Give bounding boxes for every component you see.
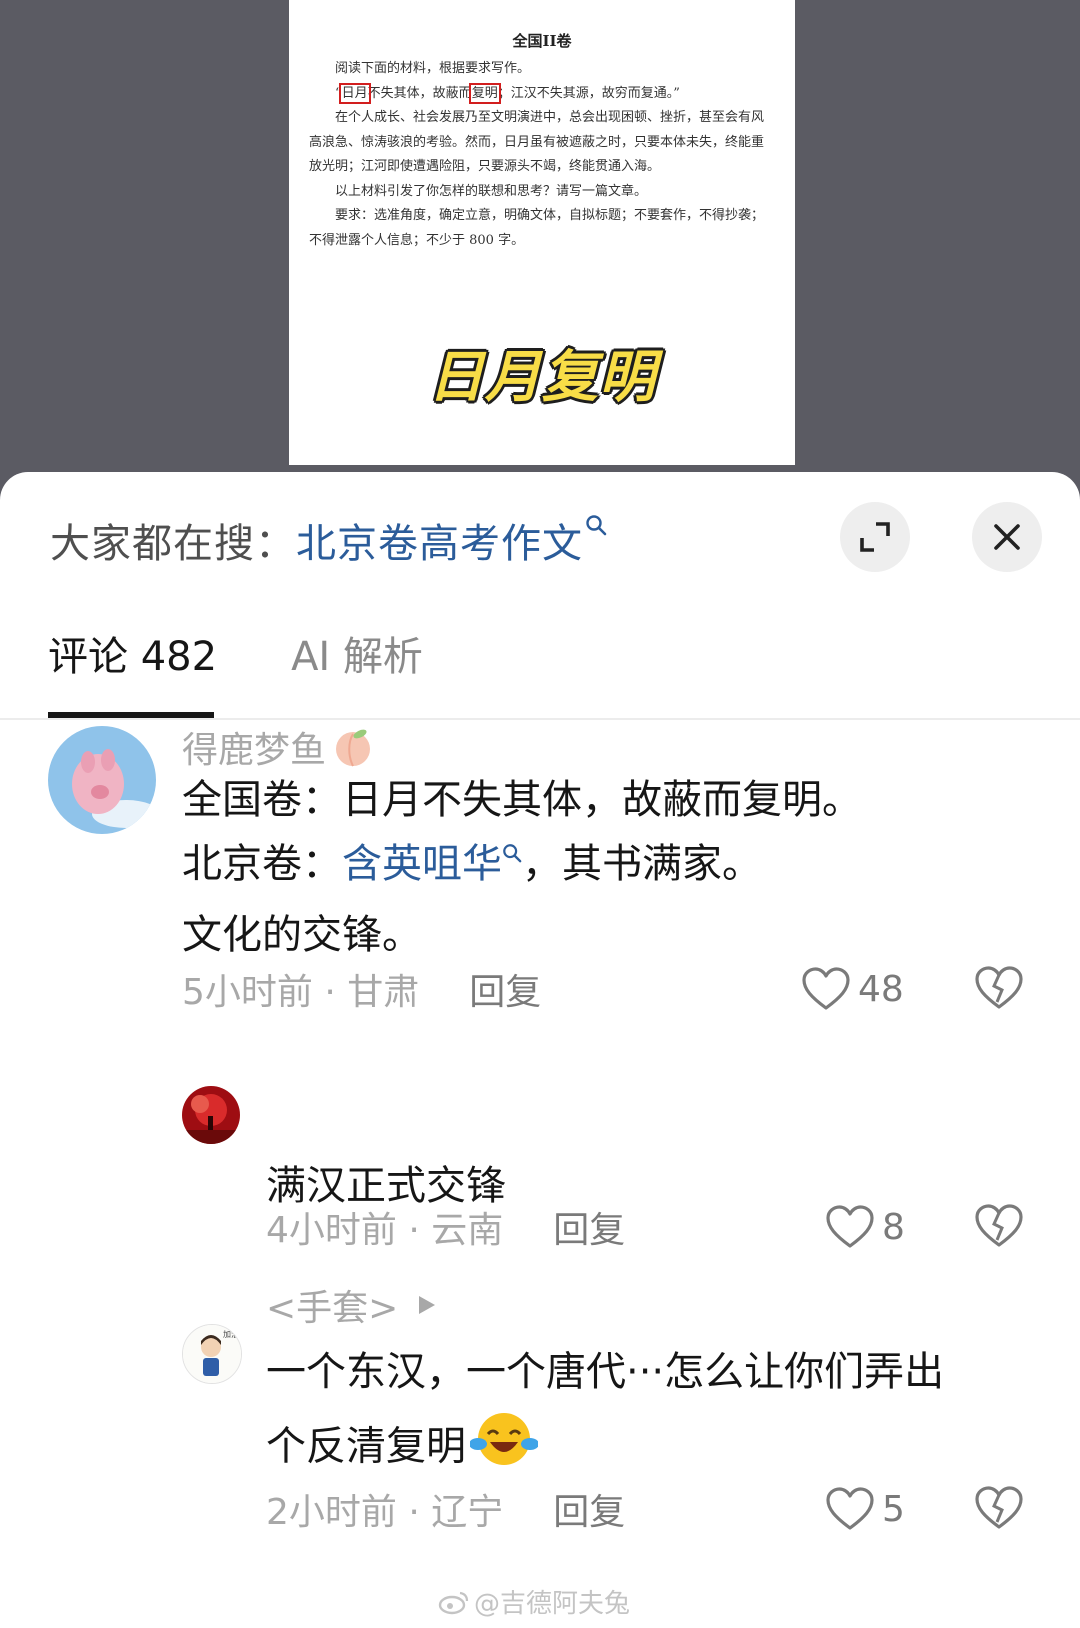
comment-time-location: 2小时前 · 辽宁 [266, 1492, 504, 1533]
paper-paragraph: 在个人成长、社会发展乃至文明演进中，总会出现困顿、挫折，甚至会有风高浪急、惊涛骇… [309, 110, 765, 174]
reply-button[interactable]: 回复 [553, 1483, 625, 1535]
watermark: @吉德阿夫兔 [438, 1583, 630, 1620]
search-icon [502, 844, 522, 869]
highlight-riyue: 日月 [338, 82, 371, 104]
avatar[interactable] [182, 1086, 240, 1144]
broken-heart-icon [975, 1486, 1023, 1529]
heart-icon [826, 1487, 874, 1530]
reply-button[interactable]: 回复 [553, 1201, 625, 1253]
comment-meta: 4小时前 · 云南 回复 [266, 1202, 625, 1252]
broken-heart-icon [975, 1204, 1023, 1247]
paper-quote: “日月不失其体，故蔽而复明；江汉不失其源，故穷而复通。” [335, 82, 680, 104]
video-caption: 日月复明 [428, 345, 656, 410]
highlight-fuming: 复明 [468, 82, 501, 104]
dislike-button[interactable] [975, 966, 1023, 1014]
comment-text: 全国卷：日月不失其体，故蔽而复明。 北京卷：含英咀华 ，其书满家。 文化的交锋。 [182, 777, 862, 958]
comment-username[interactable]: 得鹿梦鱼 [182, 722, 376, 772]
like-button[interactable]: 8 [826, 1202, 905, 1252]
like-count: 5 [882, 1488, 905, 1530]
dislike-button[interactable] [975, 1486, 1023, 1534]
weibo-logo-icon [438, 1591, 469, 1614]
like-count: 8 [882, 1206, 905, 1248]
like-count: 48 [858, 968, 904, 1010]
svg-text:加油: 加油 [223, 1329, 239, 1339]
paper-instruction: 阅读下面的材料，根据要求写作。 [335, 61, 531, 76]
reply-button[interactable]: 回复 [469, 963, 541, 1015]
paper-title: 全国II卷 [512, 32, 572, 50]
exam-paper-image: 全国II卷 阅读下面的材料，根据要求写作。 “日月不失其体，故蔽而复明；江汉不失… [289, 0, 795, 465]
like-button[interactable]: 5 [826, 1484, 905, 1534]
dislike-button[interactable] [975, 1204, 1023, 1252]
trending-search[interactable]: 大家都在搜： 北京卷高考作文 [50, 510, 607, 570]
broken-heart-icon [975, 966, 1023, 1009]
heart-icon [802, 967, 850, 1010]
close-button[interactable] [972, 502, 1042, 572]
heart-icon [826, 1205, 874, 1248]
comment-time-location: 4小时前 · 云南 [266, 1210, 504, 1251]
comment-username[interactable]: <手套> [266, 1280, 438, 1330]
paper-body: 阅读下面的材料，根据要求写作。 “日月不失其体，故蔽而复明；江汉不失其源，故穷而… [309, 57, 775, 253]
paper-requirements: 要求：选准角度，确定立意，明确文体，自拟标题；不要套作，不得抄袭；不得泄露个人信… [309, 208, 765, 248]
expand-icon [860, 522, 890, 552]
play-icon [419, 1296, 436, 1314]
comment-meta: 2小时前 · 辽宁 回复 [266, 1484, 625, 1534]
peach-icon [336, 729, 371, 767]
comment-meta: 5小时前 · 甘肃 回复 [182, 964, 541, 1014]
avatar[interactable] [48, 726, 156, 834]
close-icon [994, 524, 1020, 550]
avatar[interactable]: 加油 [182, 1324, 242, 1384]
search-icon [585, 514, 607, 542]
comment-sheet: 大家都在搜： 北京卷高考作文 评论 482 AI 解析 得鹿梦鱼 全国卷：日月不… [0, 472, 1080, 1628]
search-query-link[interactable]: 北京卷高考作文 [296, 511, 583, 569]
tab-bar: 评论 482 AI 解析 [48, 624, 497, 682]
tab-comments[interactable]: 评论 482 [48, 624, 217, 682]
divider [0, 718, 1080, 720]
expand-button[interactable] [840, 502, 910, 572]
tab-ai-analysis[interactable]: AI 解析 [291, 624, 423, 682]
comment-search-link[interactable]: 含英咀华 [342, 841, 502, 887]
search-prefix: 大家都在搜： [50, 521, 296, 567]
comment-text: 一个东汉，一个唐代···怎么让你们弄出 个反清复明 [266, 1340, 944, 1487]
paper-question: 以上材料引发了你怎样的联想和思考？请写一篇文章。 [335, 183, 648, 199]
laughing-crying-emoji-icon [469, 1410, 539, 1487]
like-button[interactable]: 48 [802, 964, 904, 1014]
comment-time-location: 5小时前 · 甘肃 [182, 972, 420, 1013]
